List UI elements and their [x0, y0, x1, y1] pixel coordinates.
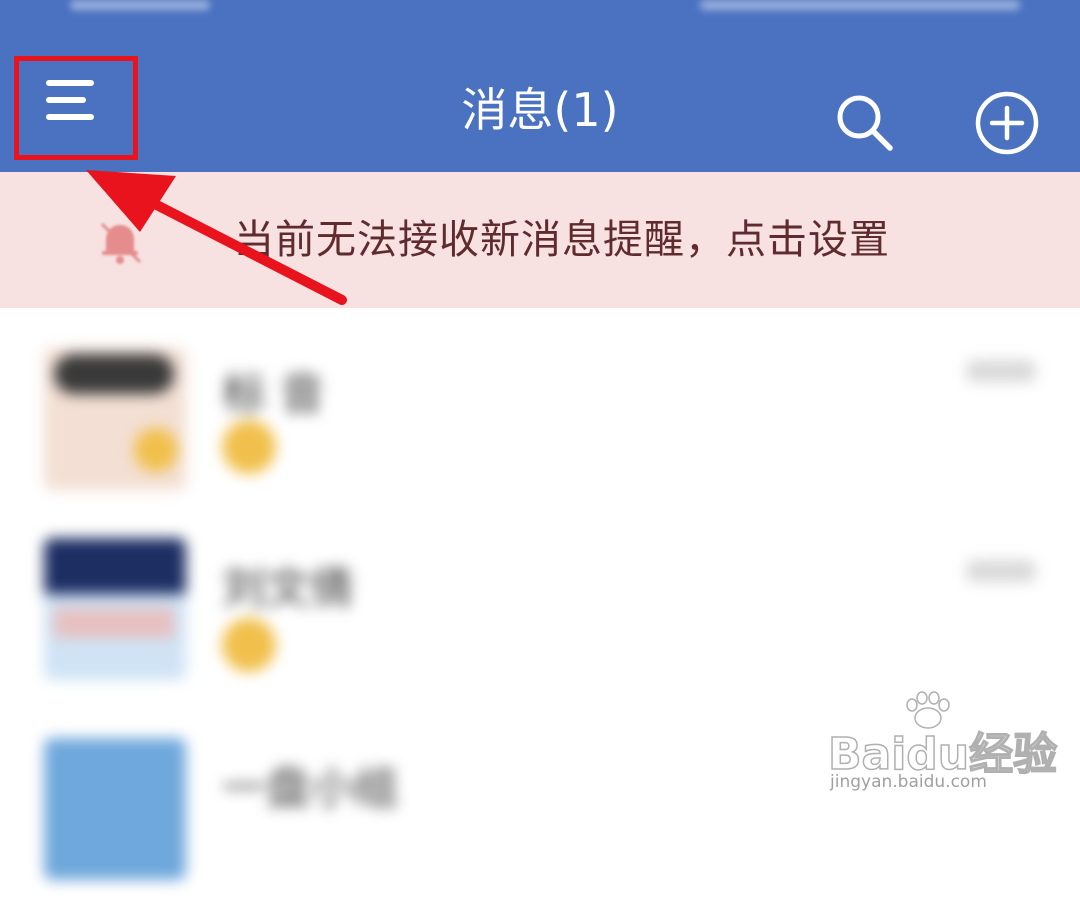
emoji-icon — [222, 420, 276, 474]
conversation-time — [966, 360, 1036, 382]
conversation-name: 刘文倩 — [222, 563, 354, 614]
conversation-time — [966, 560, 1036, 582]
avatar — [44, 538, 186, 680]
status-bar — [0, 0, 1080, 20]
emoji-icon — [222, 618, 276, 672]
notification-settings-banner[interactable]: 当前无法接收新消息提醒，点击设置 — [0, 172, 1080, 308]
conversation-item[interactable]: 刘文倩 — [0, 508, 1080, 708]
search-icon — [837, 95, 893, 151]
conversation-item[interactable]: 标 音 — [0, 308, 1080, 508]
plus-circle-icon — [975, 91, 1039, 155]
menu-button[interactable] — [24, 56, 120, 144]
conversation-list: 标 音 刘文倩 一盘小组 — [0, 308, 1080, 880]
conversation-name: 一盘小组 — [222, 763, 398, 814]
add-button[interactable] — [972, 88, 1042, 158]
notice-text: 当前无法接收新消息提醒，点击设置 — [234, 217, 890, 263]
top-app-bar: 消息(1) — [0, 20, 1080, 172]
status-bar-left — [70, 0, 210, 10]
status-bar-right — [700, 0, 1020, 10]
conversation-item[interactable]: 一盘小组 — [0, 708, 1080, 908]
avatar — [44, 348, 186, 490]
bell-off-icon — [100, 222, 142, 264]
avatar — [44, 738, 186, 880]
page-title: 消息(1) — [461, 83, 619, 137]
menu-icon — [46, 80, 98, 120]
search-button[interactable] — [830, 88, 900, 158]
conversation-name: 标 音 — [222, 369, 324, 420]
